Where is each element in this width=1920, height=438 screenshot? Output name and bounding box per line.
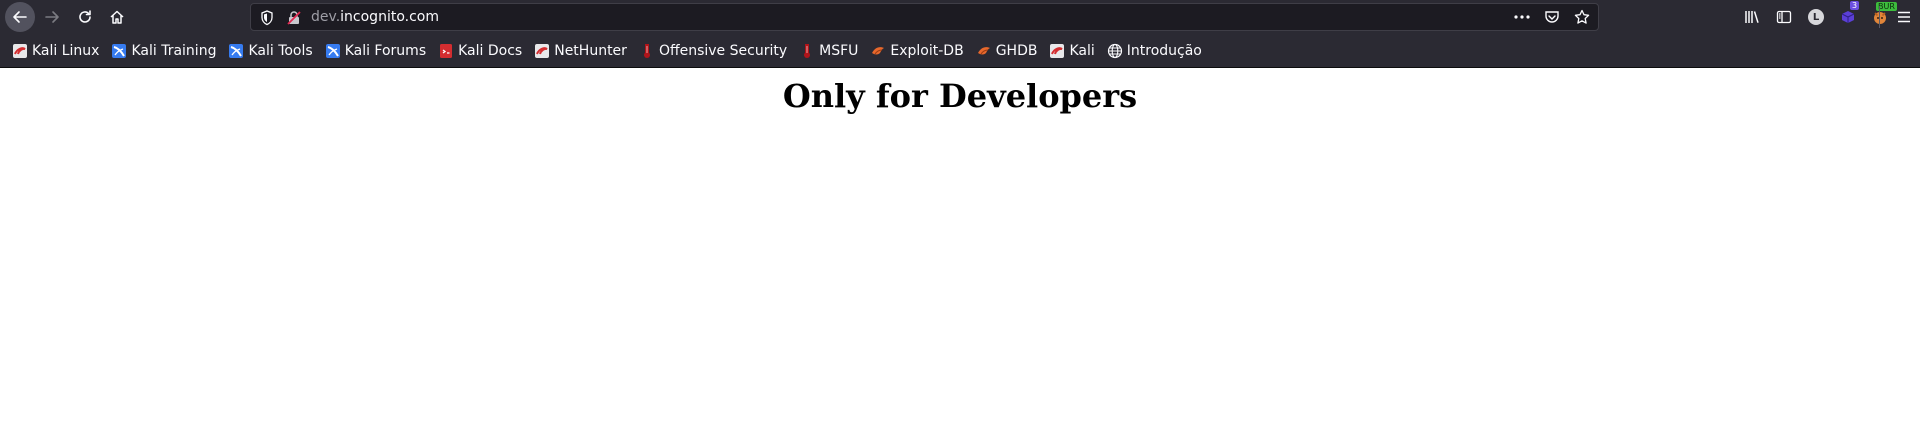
bookmark-introducao[interactable]: Introdução xyxy=(1105,39,1204,63)
kali-dragon-icon xyxy=(1049,43,1065,59)
burp-extension-button[interactable]: BUR xyxy=(1870,2,1897,27)
offsec-icon xyxy=(799,43,815,59)
library-icon xyxy=(1745,11,1759,23)
bookmark-msfu[interactable]: MSFU xyxy=(797,39,860,63)
kali-docs-icon xyxy=(438,43,454,59)
url-subdomain: dev. xyxy=(311,9,341,25)
insecure-connection-icon[interactable] xyxy=(286,10,302,30)
bookmark-kali-training[interactable]: Kali Training xyxy=(109,39,218,63)
bookmark-kali-docs[interactable]: Kali Docs xyxy=(436,39,524,63)
kali-dragon-icon xyxy=(534,43,550,59)
forward-button[interactable] xyxy=(37,3,67,31)
bookmark-label: Offensive Security xyxy=(658,42,788,59)
bookmark-exploit-db[interactable]: Exploit-DB xyxy=(868,39,965,63)
navigation-toolbar: dev.incognito.com L 3 BUR xyxy=(0,0,1920,34)
home-icon xyxy=(110,10,124,24)
bookmark-offensive-security[interactable]: Offensive Security xyxy=(637,39,789,63)
toolbar-right-group: L 3 BUR xyxy=(1700,0,1920,34)
url-text[interactable]: dev.incognito.com xyxy=(311,4,439,30)
hamburger-menu-icon xyxy=(1898,11,1910,23)
bookmark-label: Kali Forums xyxy=(344,42,427,59)
kali-tools-icon xyxy=(228,43,244,59)
bookmark-label: Exploit-DB xyxy=(890,42,964,59)
bookmark-label: Kali Training xyxy=(131,42,217,59)
bookmark-kali-tools[interactable]: Kali Tools xyxy=(226,39,314,63)
bookmark-label: Kali Docs xyxy=(458,42,523,59)
extension-badge: 3 xyxy=(1850,1,1860,10)
bookmark-kali-forums[interactable]: Kali Forums xyxy=(323,39,428,63)
kali-forums-icon xyxy=(325,43,341,59)
home-button[interactable] xyxy=(102,3,132,31)
bookmark-label: MSFU xyxy=(819,42,859,59)
pocket-icon[interactable] xyxy=(1542,8,1562,26)
sidebar-button[interactable] xyxy=(1774,7,1794,27)
bookmark-ghdb[interactable]: GHDB xyxy=(974,39,1040,63)
page-title: Only for Developers xyxy=(782,77,1138,115)
bookmark-label: Kali Tools xyxy=(248,42,313,59)
page-actions-menu-icon[interactable] xyxy=(1512,8,1532,26)
extension-button[interactable]: 3 xyxy=(1838,1,1860,27)
bookmarks-toolbar: Kali Linux Kali Training Kali Tools Kali… xyxy=(0,34,1920,68)
app-menu-button[interactable] xyxy=(1894,7,1914,27)
extension-cube-icon xyxy=(1841,11,1855,23)
bookmark-label: Introdução xyxy=(1126,42,1202,59)
back-arrow-icon xyxy=(13,11,27,23)
bookmark-label: NetHunter xyxy=(554,42,627,59)
foxy-proxy-icon xyxy=(1874,12,1886,24)
bookmark-star-icon[interactable] xyxy=(1572,8,1592,26)
offsec-icon xyxy=(639,43,655,59)
url-bar-actions xyxy=(1512,8,1592,26)
tracking-protection-shield-icon[interactable] xyxy=(260,10,274,30)
account-avatar: L xyxy=(1808,9,1824,25)
globe-icon xyxy=(1107,43,1123,59)
url-bar[interactable]: dev.incognito.com xyxy=(250,3,1599,31)
account-button[interactable]: L xyxy=(1806,7,1826,27)
bookmark-label: GHDB xyxy=(995,42,1038,59)
kali-training-icon xyxy=(111,43,127,59)
reload-icon xyxy=(79,10,91,23)
toolbar-divider xyxy=(1879,6,1880,28)
url-domain: incognito.com xyxy=(340,9,439,25)
sidebar-icon xyxy=(1776,10,1792,24)
bookmark-label: Kali xyxy=(1069,42,1095,59)
kali-dragon-icon xyxy=(12,43,28,59)
exploit-db-icon xyxy=(870,43,886,59)
forward-arrow-icon xyxy=(45,11,59,23)
library-button[interactable] xyxy=(1742,7,1762,27)
bookmark-nethunter[interactable]: NetHunter xyxy=(532,39,629,63)
page-content: Only for Developers xyxy=(0,69,1920,438)
bookmark-kali-linux[interactable]: Kali Linux xyxy=(10,39,101,63)
reload-button[interactable] xyxy=(70,3,100,31)
bookmark-kali[interactable]: Kali xyxy=(1047,39,1096,63)
back-button[interactable] xyxy=(5,2,35,32)
exploit-db-icon xyxy=(976,43,992,59)
bookmark-label: Kali Linux xyxy=(32,42,100,59)
